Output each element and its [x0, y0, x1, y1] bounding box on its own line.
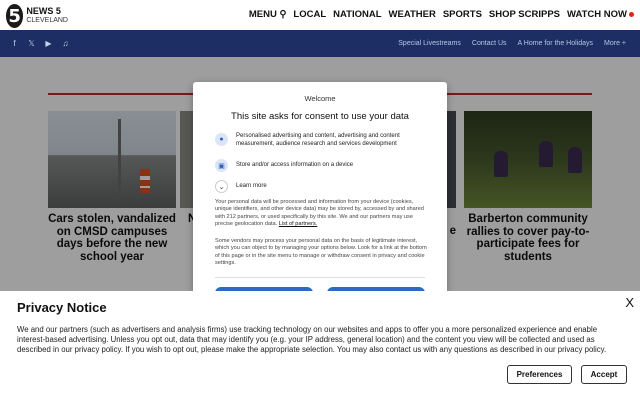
nav-sports[interactable]: SPORTS	[443, 9, 482, 20]
list-of-partners-link[interactable]: List of partners.	[279, 221, 318, 227]
nav-watch-now[interactable]: WATCH NOW	[567, 9, 634, 20]
accept-button[interactable]: Accept	[581, 365, 627, 384]
tiktok-icon[interactable]: ♫	[61, 39, 70, 48]
link-special-livestreams[interactable]: Special Livestreams	[398, 40, 461, 47]
chevron-down-icon[interactable]: ⌄	[215, 180, 228, 193]
consent-welcome: Welcome	[304, 94, 336, 103]
nav-weather[interactable]: WEATHER	[389, 9, 436, 20]
device-icon: ▣	[215, 159, 228, 172]
nav-local[interactable]: LOCAL	[293, 9, 326, 20]
privacy-title: Privacy Notice	[17, 300, 107, 315]
logo-line1: NEWS 5	[26, 6, 61, 16]
preferences-button[interactable]: Preferences	[507, 365, 572, 384]
nav-shop-scripps[interactable]: SHOP SCRIPPS	[489, 9, 560, 20]
privacy-body: We and our partners (such as advertisers…	[17, 325, 607, 354]
x-icon[interactable]: 𝕏	[27, 39, 36, 48]
site-header: 5 NEWS 5 CLEVELAND MENU ⚲ LOCAL NATIONAL…	[0, 0, 640, 30]
consent-dialog: Welcome This site asks for consent to us…	[193, 82, 447, 296]
nav-national[interactable]: NATIONAL	[333, 9, 381, 20]
learn-more-toggle[interactable]: ⌄ Learn more	[215, 180, 427, 193]
consent-title: This site asks for consent to use your d…	[231, 111, 409, 122]
site-logo[interactable]: 5 NEWS 5 CLEVELAND	[6, 3, 68, 29]
logo-five: 5	[6, 4, 24, 28]
search-icon[interactable]: ⚲	[279, 9, 286, 20]
purpose-item: ● Personalised advertising and content, …	[215, 133, 427, 148]
link-home-for-holidays[interactable]: A Home for the Holidays	[518, 40, 593, 47]
link-more[interactable]: More +	[604, 40, 626, 47]
nav-menu[interactable]: MENU ⚲	[249, 9, 287, 20]
link-contact-us[interactable]: Contact Us	[472, 40, 507, 47]
social-links: f 𝕏 ▶ ♫	[10, 39, 70, 48]
consent-paragraph: Some vendors may process your personal d…	[215, 238, 427, 266]
main-nav: MENU ⚲ LOCAL NATIONAL WEATHER SPORTS SHO…	[242, 9, 634, 20]
facebook-icon[interactable]: f	[10, 39, 19, 48]
logo-line2: CLEVELAND	[26, 17, 68, 24]
purpose-item: ▣ Store and/or access information on a d…	[215, 159, 427, 172]
sub-nav-links: Special Livestreams Contact Us A Home fo…	[387, 40, 626, 47]
consent-divider	[215, 277, 425, 278]
youtube-icon[interactable]: ▶	[44, 39, 53, 48]
consent-paragraph: Your personal data will be processed and…	[215, 199, 424, 227]
live-dot-icon	[629, 11, 634, 17]
privacy-notice: Privacy Notice X We and our partners (su…	[0, 291, 640, 400]
sub-nav: f 𝕏 ▶ ♫ Special Livestreams Contact Us A…	[0, 30, 640, 57]
close-icon[interactable]: X	[625, 295, 634, 310]
person-icon: ●	[215, 133, 228, 146]
